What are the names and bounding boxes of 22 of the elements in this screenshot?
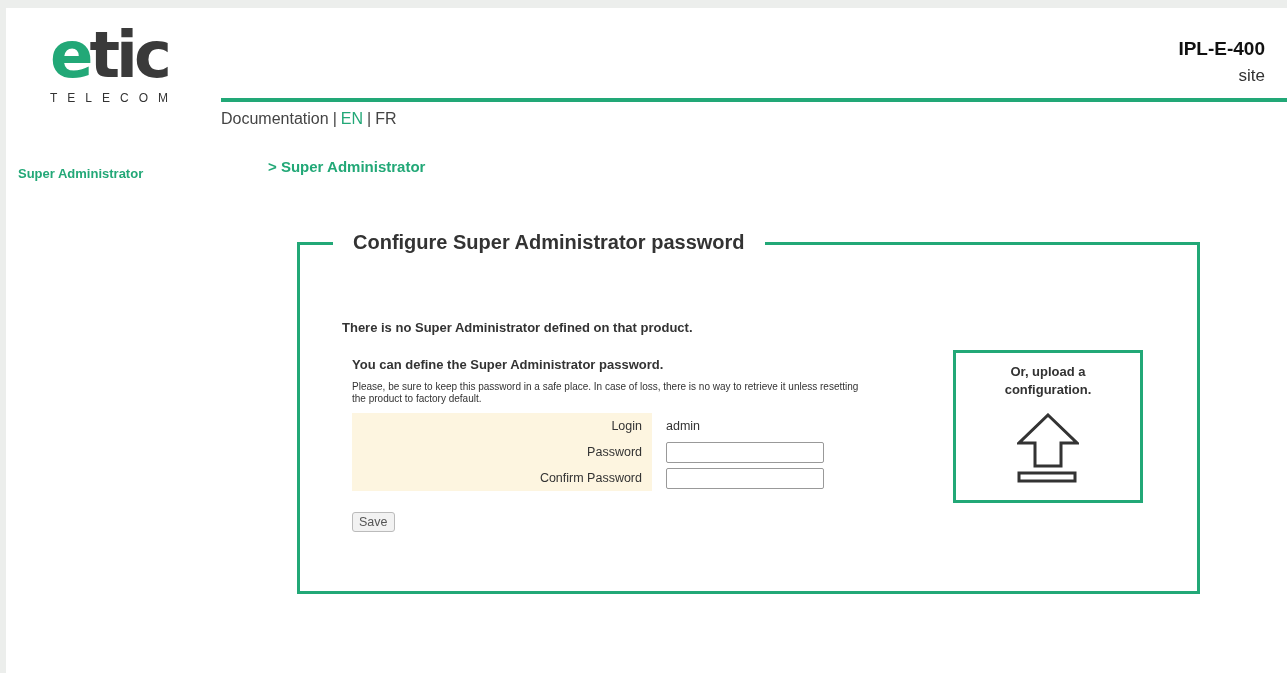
section-heading: You can define the Super Administrator password. [352, 357, 665, 372]
panel-title: Configure Super Administrator password [333, 231, 765, 254]
separator: | [367, 110, 372, 128]
separator: | [332, 110, 337, 128]
field-label: Password [352, 439, 652, 465]
notice-text: There is no Super Administrator defined on that product. [342, 320, 694, 335]
upload-icon [1017, 413, 1079, 483]
field-label: Login [352, 413, 652, 439]
field-label: Confirm Password [352, 465, 652, 491]
nav-link[interactable]: FR [375, 110, 397, 128]
logo-wordmark: etic [50, 22, 168, 88]
upload-box[interactable]: Or, upload a configuration. [953, 350, 1143, 503]
field-value: admin [652, 413, 824, 439]
site-name: site [1238, 66, 1265, 86]
password-field[interactable] [666, 441, 824, 463]
nav-link[interactable]: Documentation [221, 110, 329, 128]
warning-text: Please, be sure to keep this password in a safe place. In case of loss, there is no way to retrieve it unless resetting the product to factory default. [352, 381, 860, 405]
save-button[interactable]: Save [352, 512, 395, 532]
product-model: IPL-E-400 [1178, 38, 1265, 60]
password-field[interactable] [666, 467, 824, 489]
breadcrumb: > Super Administrator [268, 158, 426, 175]
logo-tagline: TELECOM [50, 91, 178, 105]
